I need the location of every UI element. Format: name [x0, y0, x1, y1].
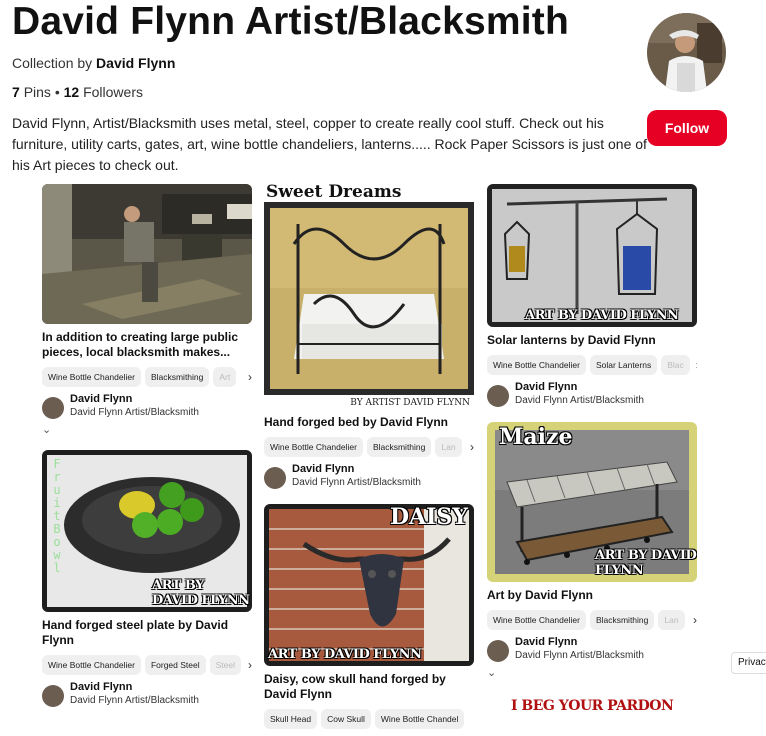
- pin-tags: Skull Head Cow Skull Wine Bottle Chandel: [264, 709, 474, 729]
- pin-title[interactable]: Solar lanterns by David Flynn: [487, 333, 697, 348]
- collection-owner-link[interactable]: David Flynn: [96, 55, 175, 71]
- tag-chip[interactable]: Blacksmithing: [366, 437, 432, 457]
- tag-chip[interactable]: Cow Skull: [321, 709, 371, 729]
- tag-chip[interactable]: Lan: [658, 610, 685, 630]
- privacy-link[interactable]: Privacy: [731, 652, 766, 674]
- image-watermark: ART BY DAVID FLYNN: [525, 308, 679, 323]
- author-name[interactable]: David Flynn: [515, 636, 644, 649]
- pin-image[interactable]: ART BY DAVID FLYNN: [487, 184, 697, 327]
- author-board[interactable]: David Flynn Artist/Blacksmith: [515, 649, 644, 662]
- author-avatar[interactable]: [487, 640, 509, 662]
- pin-card[interactable]: Sweet Dreams BY ARTIST DAVID FLYNN Hand …: [264, 184, 474, 489]
- pin-title[interactable]: Hand forged steel plate by David Flynn: [42, 618, 252, 648]
- chevron-right-icon[interactable]: ›: [694, 358, 697, 372]
- tag-chip[interactable]: Solar Lanterns: [589, 355, 658, 375]
- collection-byline: Collection by David Flynn: [12, 55, 175, 71]
- pin-image[interactable]: I BEG YOUR PARDON: [487, 696, 697, 736]
- pins-label: Pins: [23, 84, 51, 100]
- pin-card[interactable]: Fruit Bowl ART BY DAVID FLYNN Hand forge…: [42, 450, 252, 707]
- tag-chip[interactable]: Blacksmithing: [144, 367, 210, 387]
- chevron-right-icon[interactable]: ›: [691, 613, 697, 627]
- image-overlay-title: Sweet Dreams: [266, 184, 402, 202]
- tag-chip[interactable]: Wine Bottle Chandelier: [42, 367, 141, 387]
- stats-separator: •: [54, 84, 60, 100]
- chevron-right-icon[interactable]: ›: [468, 440, 474, 454]
- tag-chip[interactable]: Wine Bottle Chandelier: [487, 610, 586, 630]
- image-watermark: ART BY DAVID FLYNN: [152, 578, 250, 608]
- pin-author[interactable]: David Flynn David Flynn Artist/Blacksmit…: [42, 393, 252, 419]
- followers-count[interactable]: 12: [64, 84, 80, 100]
- tag-chip[interactable]: Wine Bottle Chandelier: [487, 355, 586, 375]
- image-watermark: BY ARTIST DAVID FLYNN: [350, 398, 470, 408]
- author-board[interactable]: David Flynn Artist/Blacksmith: [292, 476, 421, 489]
- image-watermark: ART BY DAVID FLYNN: [595, 548, 697, 578]
- author-avatar[interactable]: [42, 685, 64, 707]
- pin-tags: Wine Bottle Chandelier Blacksmithing Art…: [42, 367, 252, 387]
- pins-count: 7: [12, 84, 20, 100]
- image-overlay-title: Maize: [499, 424, 573, 450]
- author-avatar[interactable]: [264, 467, 286, 489]
- pin-image[interactable]: [42, 184, 252, 324]
- author-board[interactable]: David Flynn Artist/Blacksmith: [70, 406, 199, 419]
- pin-tags: Wine Bottle Chandelier Solar Lanterns Bl…: [487, 355, 697, 375]
- tag-chip[interactable]: Lan: [435, 437, 462, 457]
- tag-chip[interactable]: Blac: [661, 355, 690, 375]
- author-avatar[interactable]: [42, 397, 64, 419]
- pin-tags: Wine Bottle Chandelier Blacksmithing Lan…: [487, 610, 697, 630]
- tag-chip[interactable]: Skull Head: [264, 709, 318, 729]
- chevron-down-icon[interactable]: ⌄: [42, 423, 252, 436]
- pin-author[interactable]: David Flynn David Flynn Artist/Blacksmit…: [487, 636, 697, 662]
- pin-card[interactable]: In addition to creating large public pie…: [42, 184, 252, 436]
- author-name[interactable]: David Flynn: [292, 463, 421, 476]
- author-board[interactable]: David Flynn Artist/Blacksmith: [515, 394, 644, 407]
- author-name[interactable]: David Flynn: [70, 393, 199, 406]
- pin-tags: Wine Bottle Chandelier Forged Steel Stee…: [42, 655, 252, 675]
- followers-label[interactable]: Followers: [83, 84, 143, 100]
- pin-image[interactable]: Maize ART BY DAVID FLYNN: [487, 422, 697, 582]
- tag-chip[interactable]: Wine Bottle Chandelier: [264, 437, 363, 457]
- follow-button[interactable]: Follow: [647, 110, 727, 146]
- collection-prefix: Collection by: [12, 55, 93, 71]
- tag-chip[interactable]: Wine Bottle Chandelier: [42, 655, 141, 675]
- pin-author[interactable]: David Flynn David Flynn Artist/Blacksmit…: [42, 681, 252, 707]
- image-overlay-title: Fruit Bowl: [53, 457, 61, 575]
- tag-chip[interactable]: Blacksmithing: [589, 610, 655, 630]
- pin-image[interactable]: DAISY ART BY DAVID FLYNN: [264, 504, 474, 666]
- tag-chip[interactable]: Wine Bottle Chandel: [374, 709, 465, 729]
- author-name[interactable]: David Flynn: [70, 681, 199, 694]
- board-stats: 7 Pins • 12 Followers: [12, 84, 143, 100]
- pin-tags: Wine Bottle Chandelier Blacksmithing Lan…: [264, 437, 474, 457]
- pin-title[interactable]: Daisy, cow skull hand forged by David Fl…: [264, 672, 474, 702]
- chevron-right-icon[interactable]: ›: [246, 658, 252, 672]
- pin-card[interactable]: I BEG YOUR PARDON: [487, 696, 697, 736]
- pin-author[interactable]: David Flynn David Flynn Artist/Blacksmit…: [487, 381, 697, 407]
- author-board[interactable]: David Flynn Artist/Blacksmith: [70, 694, 199, 707]
- pin-card[interactable]: DAISY ART BY DAVID FLYNN Daisy, cow skul…: [264, 504, 474, 729]
- page-title: David Flynn Artist/Blacksmith: [12, 0, 569, 43]
- owner-avatar[interactable]: [647, 13, 726, 92]
- author-avatar[interactable]: [487, 385, 509, 407]
- pin-author[interactable]: David Flynn David Flynn Artist/Blacksmit…: [264, 463, 474, 489]
- pin-title[interactable]: Hand forged bed by David Flynn: [264, 415, 474, 430]
- image-watermark: ART BY DAVID FLYNN: [268, 647, 422, 662]
- tag-chip[interactable]: Art: [213, 367, 237, 387]
- pin-title[interactable]: Art by David Flynn: [487, 588, 697, 603]
- tag-chip[interactable]: Steel: [209, 655, 241, 675]
- chevron-right-icon[interactable]: ›: [246, 370, 252, 384]
- pin-card[interactable]: Maize ART BY DAVID FLYNN Art by David Fl…: [487, 422, 697, 679]
- tag-chip[interactable]: Forged Steel: [144, 655, 206, 675]
- image-overlay-title: I BEG YOUR PARDON: [511, 698, 674, 714]
- pin-image[interactable]: Fruit Bowl ART BY DAVID FLYNN: [42, 450, 252, 612]
- board-description: David Flynn, Artist/Blacksmith uses meta…: [12, 115, 647, 173]
- pin-title[interactable]: In addition to creating large public pie…: [42, 330, 252, 360]
- pin-image[interactable]: Sweet Dreams BY ARTIST DAVID FLYNN: [264, 184, 474, 409]
- chevron-down-icon[interactable]: ⌄: [487, 666, 697, 679]
- author-name[interactable]: David Flynn: [515, 381, 644, 394]
- image-overlay-title: DAISY: [389, 504, 468, 530]
- pin-card[interactable]: ART BY DAVID FLYNN Solar lanterns by Dav…: [487, 184, 697, 407]
